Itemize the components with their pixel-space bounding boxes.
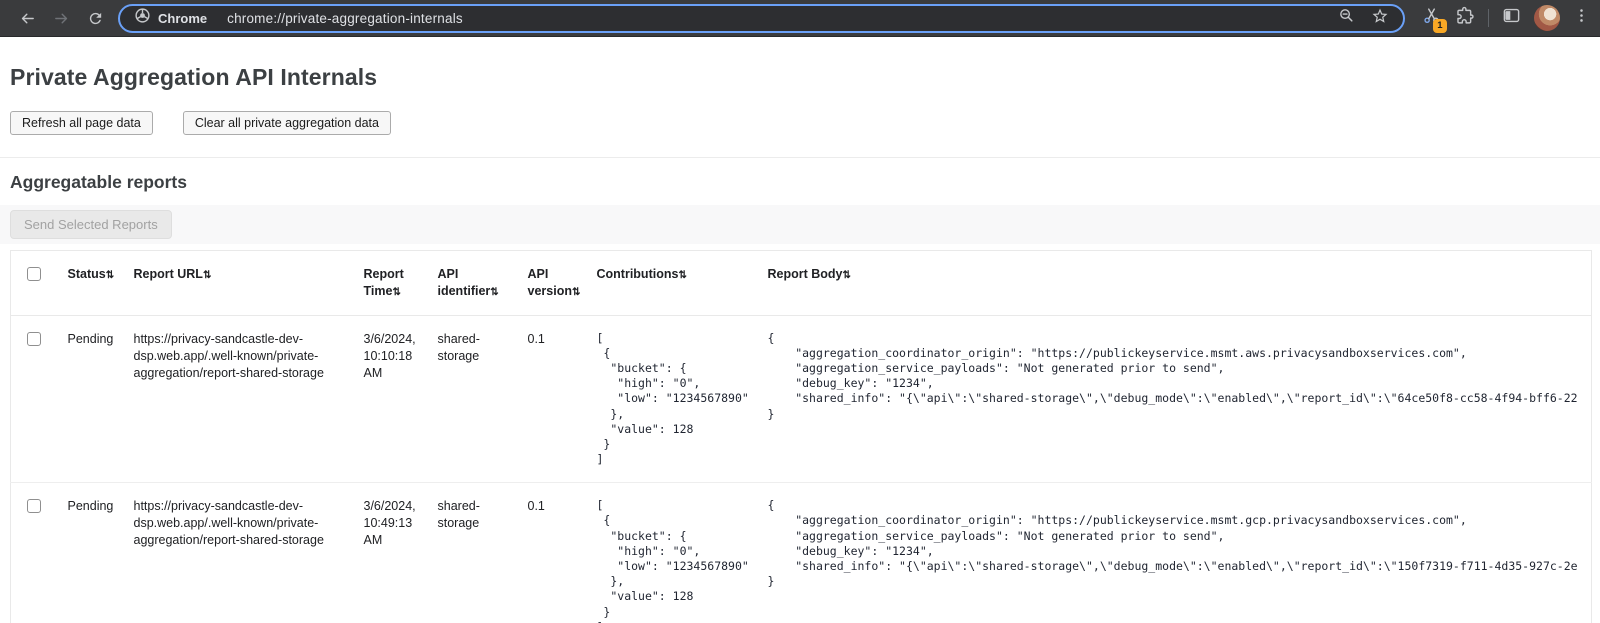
clear-all-private-aggregation-data-button[interactable]: Clear all private aggregation data bbox=[183, 111, 391, 135]
back-button[interactable] bbox=[14, 5, 40, 31]
extensions-puzzle-icon[interactable] bbox=[1456, 6, 1475, 30]
profile-avatar[interactable] bbox=[1534, 5, 1560, 31]
extension-scissors-button[interactable]: 1 bbox=[1419, 6, 1443, 30]
report-time-cell: 3/6/2024, 10:49:13 AM bbox=[364, 483, 438, 623]
sort-icon: ⇅ bbox=[392, 287, 399, 298]
api-version-cell: 0.1 bbox=[528, 483, 597, 623]
status-cell: Pending bbox=[68, 483, 134, 623]
extension-badge: 1 bbox=[1433, 19, 1447, 34]
report-body-cell: { "aggregation_coordinator_origin": "htt… bbox=[768, 315, 1592, 483]
contributions-cell: [ { "bucket": { "high": "0", "low": "123… bbox=[597, 483, 768, 623]
api-identifier-cell: shared-storage bbox=[438, 315, 528, 483]
forward-button[interactable] bbox=[48, 5, 74, 31]
column-header-contributions[interactable]: Contributions⇅ bbox=[597, 251, 768, 316]
reports-toolbar: Send Selected Reports bbox=[0, 205, 1600, 244]
reports-table: Status⇅ Report URL⇅ Report Time⇅ API ide… bbox=[10, 250, 1592, 623]
aggregatable-reports-title: Aggregatable reports bbox=[10, 172, 1590, 193]
select-all-checkbox[interactable] bbox=[27, 267, 41, 281]
chrome-logo-icon bbox=[134, 7, 151, 29]
contributions-cell: [ { "bucket": { "high": "0", "low": "123… bbox=[597, 315, 768, 483]
column-header-report-time[interactable]: Report Time⇅ bbox=[364, 251, 438, 316]
table-row: Pending https://privacy-sandcastle-dev-d… bbox=[11, 315, 1592, 483]
table-header-row: Status⇅ Report URL⇅ Report Time⇅ API ide… bbox=[11, 251, 1592, 316]
table-row: Pending https://privacy-sandcastle-dev-d… bbox=[11, 483, 1592, 623]
sort-icon: ⇅ bbox=[203, 270, 210, 281]
column-header-api-version[interactable]: API version⇅ bbox=[528, 251, 597, 316]
report-body-json: { "aggregation_coordinator_origin": "htt… bbox=[768, 498, 1578, 589]
report-time-cell: 3/6/2024, 10:10:18 AM bbox=[364, 315, 438, 483]
report-url-cell: https://privacy-sandcastle-dev-dsp.web.a… bbox=[134, 483, 364, 623]
sort-icon: ⇅ bbox=[572, 287, 579, 298]
menu-kebab-icon[interactable] bbox=[1573, 7, 1590, 29]
browser-toolbar: Chrome chrome://private-aggregation-inte… bbox=[0, 0, 1600, 37]
back-arrow-icon bbox=[19, 10, 36, 27]
sort-icon: ⇅ bbox=[106, 270, 113, 281]
reload-button[interactable] bbox=[82, 5, 108, 31]
row-checkbox[interactable] bbox=[27, 332, 41, 346]
status-cell: Pending bbox=[68, 315, 134, 483]
chrome-chip: Chrome bbox=[130, 7, 215, 29]
column-header-report-url[interactable]: Report URL⇅ bbox=[134, 251, 364, 316]
report-url-cell: https://privacy-sandcastle-dev-dsp.web.a… bbox=[134, 315, 364, 483]
row-checkbox[interactable] bbox=[27, 499, 41, 513]
sort-icon: ⇅ bbox=[678, 270, 685, 281]
url-text: chrome://private-aggregation-internals bbox=[215, 11, 1338, 26]
column-header-status[interactable]: Status⇅ bbox=[68, 251, 134, 316]
refresh-all-page-data-button[interactable]: Refresh all page data bbox=[10, 111, 153, 135]
column-header-report-body[interactable]: Report Body⇅ bbox=[768, 251, 1592, 316]
api-identifier-cell: shared-storage bbox=[438, 483, 528, 623]
contributions-json: [ { "bucket": { "high": "0", "low": "123… bbox=[597, 498, 754, 623]
sort-icon: ⇅ bbox=[490, 287, 497, 298]
side-panel-icon[interactable] bbox=[1502, 6, 1521, 30]
address-bar[interactable]: Chrome chrome://private-aggregation-inte… bbox=[118, 4, 1405, 33]
chrome-chip-label: Chrome bbox=[158, 11, 207, 26]
reload-icon bbox=[87, 10, 104, 27]
send-selected-reports-button[interactable]: Send Selected Reports bbox=[10, 210, 172, 239]
page-title: Private Aggregation API Internals bbox=[10, 64, 1590, 91]
zoom-icon[interactable] bbox=[1338, 7, 1355, 29]
forward-arrow-icon bbox=[53, 10, 70, 27]
report-body-cell: { "aggregation_coordinator_origin": "htt… bbox=[768, 483, 1592, 623]
section-divider bbox=[0, 157, 1600, 158]
page-content: Private Aggregation API Internals Refres… bbox=[0, 64, 1600, 623]
column-header-api-identifier[interactable]: API identifier⇅ bbox=[438, 251, 528, 316]
bookmark-star-icon[interactable] bbox=[1371, 7, 1389, 30]
toolbar-separator bbox=[1488, 9, 1489, 27]
sort-icon: ⇅ bbox=[843, 270, 850, 281]
contributions-json: [ { "bucket": { "high": "0", "low": "123… bbox=[597, 331, 754, 468]
api-version-cell: 0.1 bbox=[528, 315, 597, 483]
report-body-json: { "aggregation_coordinator_origin": "htt… bbox=[768, 331, 1578, 422]
